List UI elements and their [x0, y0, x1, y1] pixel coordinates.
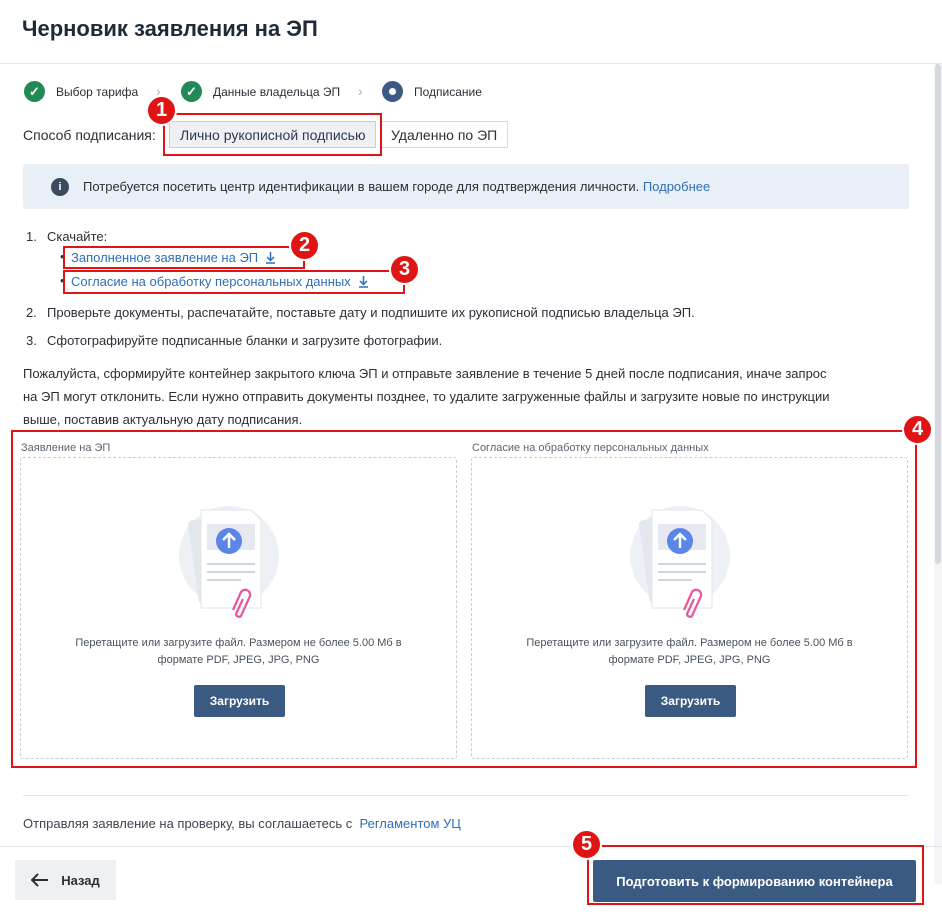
scrollbar-thumb[interactable]: [935, 64, 941, 564]
annotation-badge-3: 3: [389, 254, 420, 285]
step1-number: 1.: [26, 229, 37, 244]
annotation-box-4: [11, 430, 917, 768]
annotation-badge-5: 5: [571, 829, 602, 860]
chevron-right-icon: ›: [358, 83, 363, 99]
annotation-box-5: [587, 845, 924, 905]
info-icon: i: [51, 177, 69, 196]
page-title: Черновик заявления на ЭП: [22, 16, 318, 41]
signing-option-remote[interactable]: Удаленно по ЭП: [380, 121, 509, 148]
back-button[interactable]: Назад: [15, 860, 116, 900]
dot-icon: [382, 81, 403, 102]
note-line: Пожалуйста, сформируйте контейнер закрыт…: [23, 366, 827, 381]
footer-divider: [23, 795, 909, 796]
arrow-left-icon: [31, 873, 49, 887]
deadline-note: Пожалуйста, сформируйте контейнер закрыт…: [23, 362, 913, 431]
back-label: Назад: [61, 872, 100, 888]
agreement-text: Отправляя заявление на проверку, вы согл…: [23, 816, 461, 831]
step-label: Подписание: [414, 84, 482, 99]
check-icon: ✓: [181, 81, 202, 102]
annotation-box-2: [63, 246, 305, 269]
annotation-box-3: [63, 270, 405, 294]
annotation-badge-4: 4: [902, 414, 933, 445]
check-icon: ✓: [24, 81, 45, 102]
step3-number: 3.: [26, 333, 37, 348]
step3-text: Сфотографируйте подписанные бланки и заг…: [47, 333, 443, 348]
step-label: Данные владельца ЭП: [213, 84, 341, 99]
annotation-box-1: [163, 113, 382, 156]
step-label: Выбор тарифа: [56, 84, 139, 99]
note-line: выше, поставив актуальную дату подписани…: [23, 412, 303, 427]
step2-text: Проверьте документы, распечатайте, поста…: [47, 305, 695, 320]
note-line: на ЭП могут отклонить. Если нужно отправ…: [23, 389, 830, 404]
regulations-link[interactable]: Регламентом УЦ: [360, 816, 461, 831]
info-more-link[interactable]: Подробнее: [643, 179, 710, 194]
step-owner-data[interactable]: ✓ Данные владельца ЭП: [181, 81, 340, 102]
signing-method-label: Способ подписания:: [23, 127, 156, 143]
info-banner: i Потребуется посетить центр идентификац…: [23, 164, 909, 209]
annotation-badge-1: 1: [146, 95, 177, 126]
agreement-label: Отправляя заявление на проверку, вы согл…: [23, 816, 353, 831]
annotation-badge-2: 2: [289, 230, 320, 261]
step-signing: Подписание: [382, 81, 482, 102]
step-tariff[interactable]: ✓ Выбор тарифа: [24, 81, 138, 102]
info-text: Потребуется посетить центр идентификации…: [83, 179, 640, 194]
step1-text: Скачайте:: [47, 229, 108, 244]
step2-number: 2.: [26, 305, 37, 320]
header-divider: [0, 63, 942, 64]
